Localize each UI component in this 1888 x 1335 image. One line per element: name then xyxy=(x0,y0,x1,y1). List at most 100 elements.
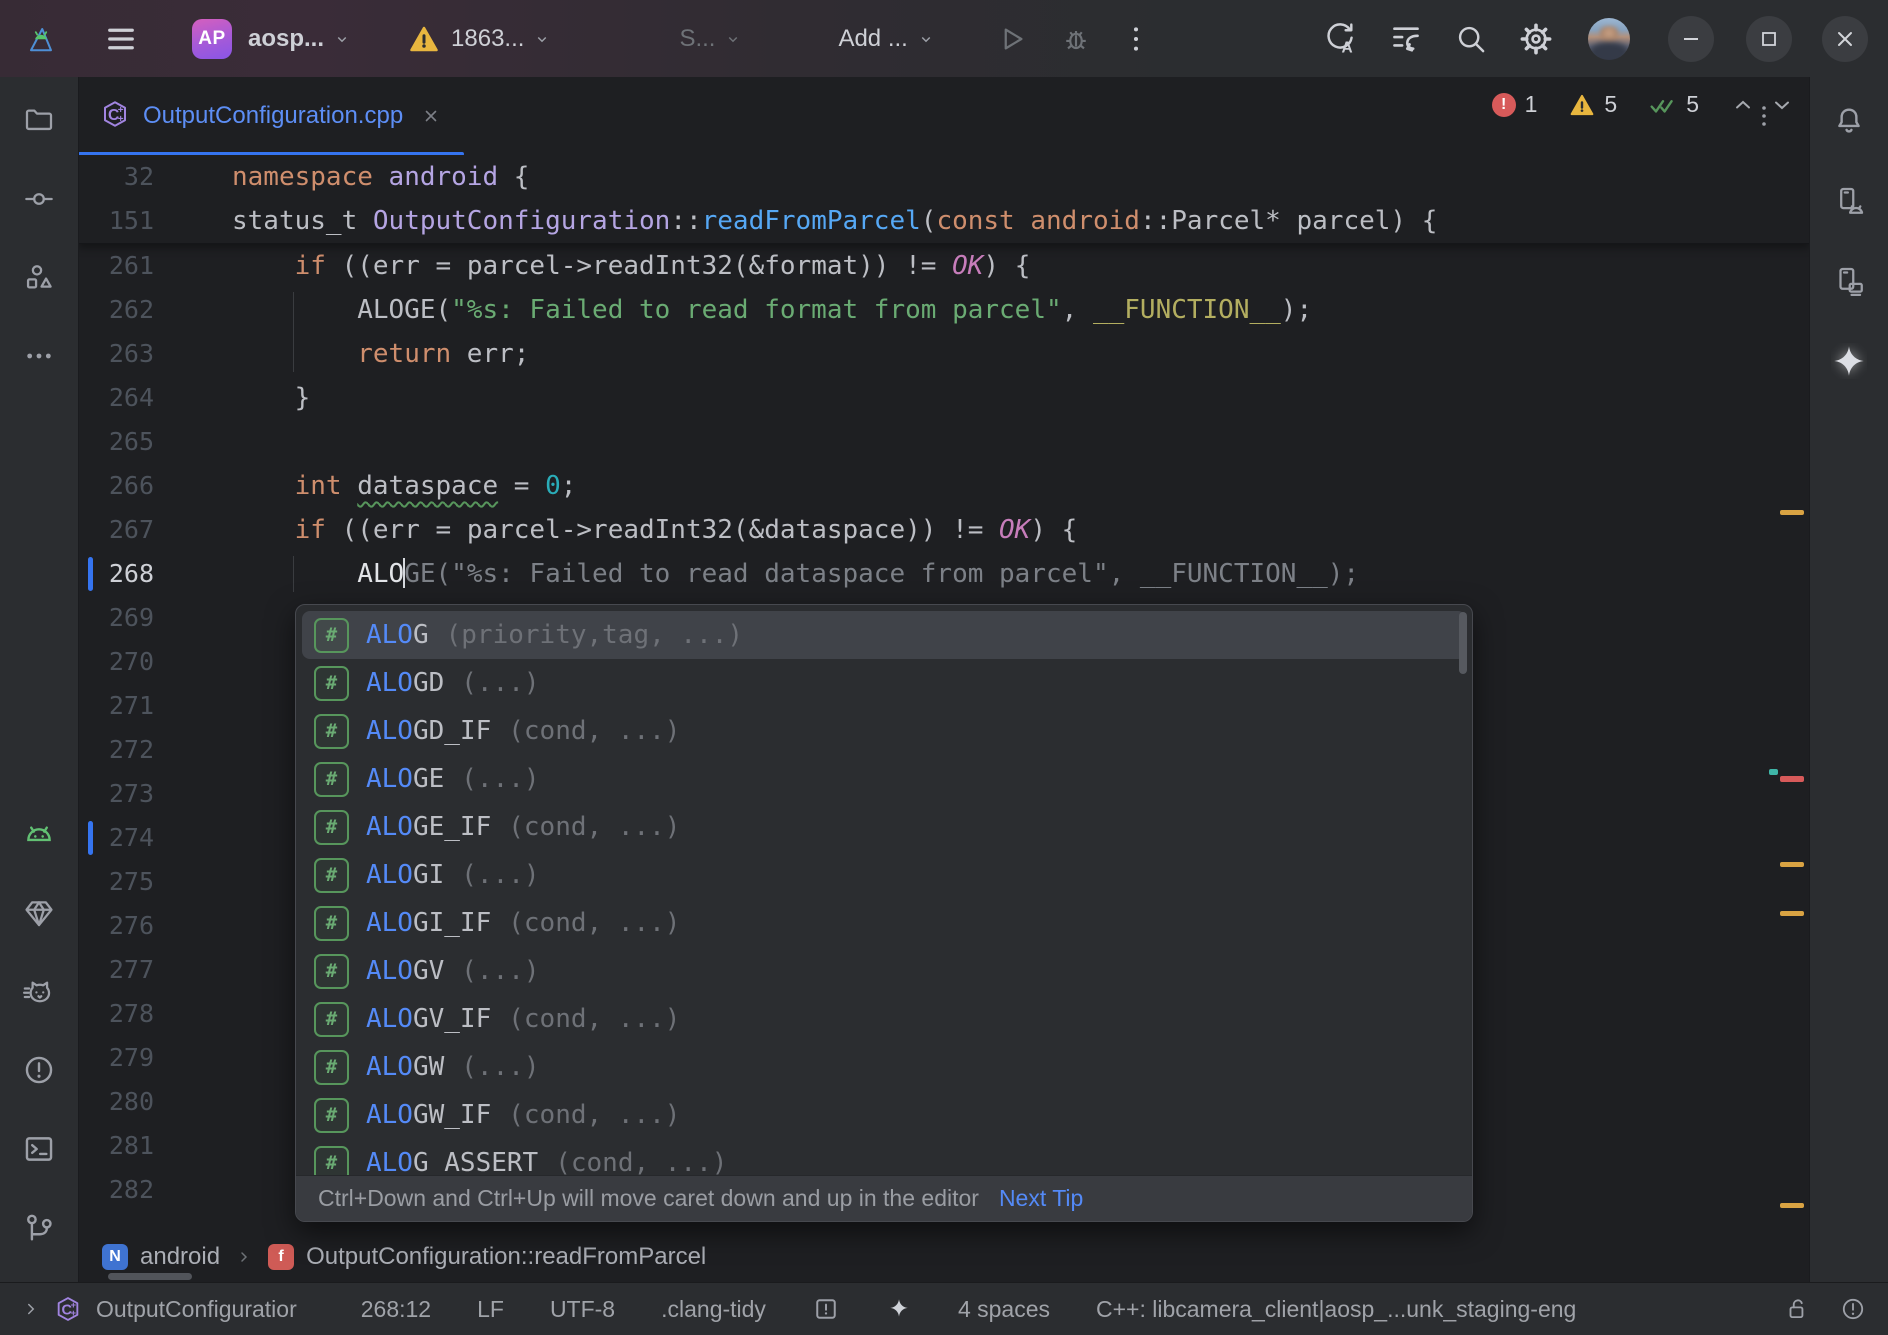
line-number[interactable]: 277 xyxy=(78,948,154,992)
problems-count[interactable]: 1863... xyxy=(451,25,524,53)
line-number[interactable]: 271 xyxy=(78,684,154,728)
completion-item[interactable]: # ALOG_ASSERT (cond, ...) xyxy=(302,1139,1466,1175)
code-text[interactable]: status_t OutputConfiguration::readFromPa… xyxy=(154,199,1437,243)
code-line[interactable]: 264 } xyxy=(78,376,1810,420)
close-button[interactable] xyxy=(1822,16,1868,62)
code-line[interactable]: 263 return err; xyxy=(78,332,1810,376)
line-number[interactable]: 276 xyxy=(78,904,154,948)
problems-tool-icon[interactable] xyxy=(15,1047,63,1094)
code-line[interactable]: 265 xyxy=(78,420,1810,464)
logcat-tool-icon[interactable] xyxy=(15,811,63,858)
line-number[interactable]: 279 xyxy=(78,1036,154,1080)
gemini-tool-icon[interactable] xyxy=(1825,337,1873,385)
minimize-button[interactable] xyxy=(1668,16,1714,62)
more-actions-kebab-icon[interactable] xyxy=(1123,24,1149,54)
code-text[interactable] xyxy=(154,816,232,860)
toolchain-info[interactable]: C++: libcamera_client|aosp_...unk_stagin… xyxy=(1096,1296,1576,1323)
code-text[interactable]: namespace android { xyxy=(154,155,529,199)
code-text[interactable] xyxy=(154,948,232,992)
code-text[interactable] xyxy=(154,640,232,684)
warning-marker[interactable] xyxy=(1780,1203,1804,1208)
completion-item[interactable]: # ALOGW (...) xyxy=(302,1043,1466,1091)
code-text[interactable]: ALOGE("%s: Failed to read format from pa… xyxy=(154,288,1312,332)
code-line[interactable]: 261 if ((err = parcel->readInt32(&format… xyxy=(78,244,1810,288)
line-number[interactable]: 266 xyxy=(78,464,154,508)
completion-item[interactable]: # ALOG (priority,tag, ...) xyxy=(302,611,1466,659)
tab-outputconfiguration-cpp[interactable]: C + + OutputConfiguration.cpp xyxy=(78,77,464,155)
project-tool-icon[interactable] xyxy=(15,97,63,144)
completion-item[interactable]: # ALOGV (...) xyxy=(302,947,1466,995)
run-configuration-chevron-down-icon[interactable] xyxy=(724,30,742,48)
maximize-button[interactable] xyxy=(1746,16,1792,62)
user-avatar[interactable] xyxy=(1588,18,1630,60)
list-sync-icon[interactable] xyxy=(1388,21,1424,57)
app-quality-insights-tool-icon[interactable] xyxy=(15,890,63,937)
inspection-profile-icon[interactable] xyxy=(812,1295,840,1323)
code-text[interactable] xyxy=(154,420,232,464)
prev-problem-chevron-up-icon[interactable] xyxy=(1731,93,1755,117)
line-number[interactable]: 278 xyxy=(78,992,154,1036)
unlocked-padlock-icon[interactable] xyxy=(1784,1296,1810,1322)
popup-scrollbar[interactable] xyxy=(1459,612,1467,674)
line-number[interactable]: 265 xyxy=(78,420,154,464)
problems-chevron-down-icon[interactable] xyxy=(533,30,551,48)
completion-item[interactable]: # ALOGE (...) xyxy=(302,755,1466,803)
line-number[interactable]: 282 xyxy=(78,1168,154,1212)
completion-item[interactable]: # ALOGE_IF (cond, ...) xyxy=(302,803,1466,851)
code-text[interactable]: if ((err = parcel->readInt32(&dataspace)… xyxy=(154,508,1077,552)
code-text[interactable] xyxy=(154,1124,232,1168)
line-number[interactable]: 151 xyxy=(78,199,154,243)
line-number[interactable]: 281 xyxy=(78,1124,154,1168)
project-chevron-down-icon[interactable] xyxy=(333,30,351,48)
indent-setting[interactable]: 4 spaces xyxy=(958,1296,1050,1323)
line-number[interactable]: 264 xyxy=(78,376,154,420)
code-text[interactable]: int dataspace = 0; xyxy=(154,464,576,508)
terminal-tool-icon[interactable] xyxy=(15,1126,63,1173)
line-number[interactable]: 275 xyxy=(78,860,154,904)
completion-item[interactable]: # ALOGD (...) xyxy=(302,659,1466,707)
code-text[interactable] xyxy=(154,1168,232,1212)
run-configuration[interactable]: S... xyxy=(679,25,715,53)
caret-position[interactable]: 268:12 xyxy=(361,1296,431,1323)
tab-close-icon[interactable] xyxy=(422,107,440,125)
code-text[interactable]: return err; xyxy=(154,332,529,376)
project-badge[interactable]: AP xyxy=(192,19,232,59)
completion-item[interactable]: # ALOGD_IF (cond, ...) xyxy=(302,707,1466,755)
line-number[interactable]: 270 xyxy=(78,640,154,684)
code-line[interactable]: 266 int dataspace = 0; xyxy=(78,464,1810,508)
warning-marker[interactable] xyxy=(1780,510,1804,515)
device-manager-tool-icon[interactable] xyxy=(1825,177,1873,225)
error-marker[interactable] xyxy=(1780,776,1804,782)
info-marker[interactable] xyxy=(1769,769,1778,775)
code-text[interactable] xyxy=(154,684,232,728)
breadcrumb-item[interactable]: f OutputConfiguration::readFromParcel xyxy=(268,1243,706,1271)
code-text[interactable] xyxy=(154,772,232,816)
main-menu-icon[interactable] xyxy=(106,26,136,52)
warning-marker[interactable] xyxy=(1780,862,1804,867)
code-text[interactable] xyxy=(154,860,232,904)
completion-item[interactable]: # ALOGI_IF (cond, ...) xyxy=(302,899,1466,947)
next-tip-link[interactable]: Next Tip xyxy=(999,1185,1083,1212)
profiler-tool-icon[interactable] xyxy=(15,969,63,1016)
event-log-icon[interactable] xyxy=(1840,1296,1866,1322)
notifications-bell-icon[interactable] xyxy=(1825,97,1873,145)
line-number[interactable]: 273 xyxy=(78,772,154,816)
code-text[interactable] xyxy=(154,1080,232,1124)
search-everywhere-icon[interactable] xyxy=(1454,22,1488,56)
code-line[interactable]: 262 ALOGE("%s: Failed to read format fro… xyxy=(78,288,1810,332)
code-text[interactable] xyxy=(154,728,232,772)
version-control-branch-icon[interactable] xyxy=(15,1204,63,1251)
code-text[interactable] xyxy=(154,992,232,1036)
line-number[interactable]: 262 xyxy=(78,288,154,332)
inspections-widget[interactable]: ! 1 5 5 xyxy=(1492,91,1794,118)
project-name[interactable]: aosp... xyxy=(248,25,324,53)
next-problem-chevron-down-icon[interactable] xyxy=(1770,93,1794,117)
add-configuration-chevron-down-icon[interactable] xyxy=(917,30,935,48)
code-line[interactable]: 268 ALOGE("%s: Failed to read dataspace … xyxy=(78,552,1810,596)
ai-sparkle-icon[interactable] xyxy=(886,1296,912,1322)
completion-item[interactable]: # ALOGV_IF (cond, ...) xyxy=(302,995,1466,1043)
code-text[interactable] xyxy=(154,596,232,640)
file-encoding[interactable]: UTF-8 xyxy=(550,1296,615,1323)
horizontal-scrollbar[interactable] xyxy=(108,1273,192,1280)
code-line[interactable]: 267 if ((err = parcel->readInt32(&datasp… xyxy=(78,508,1810,552)
